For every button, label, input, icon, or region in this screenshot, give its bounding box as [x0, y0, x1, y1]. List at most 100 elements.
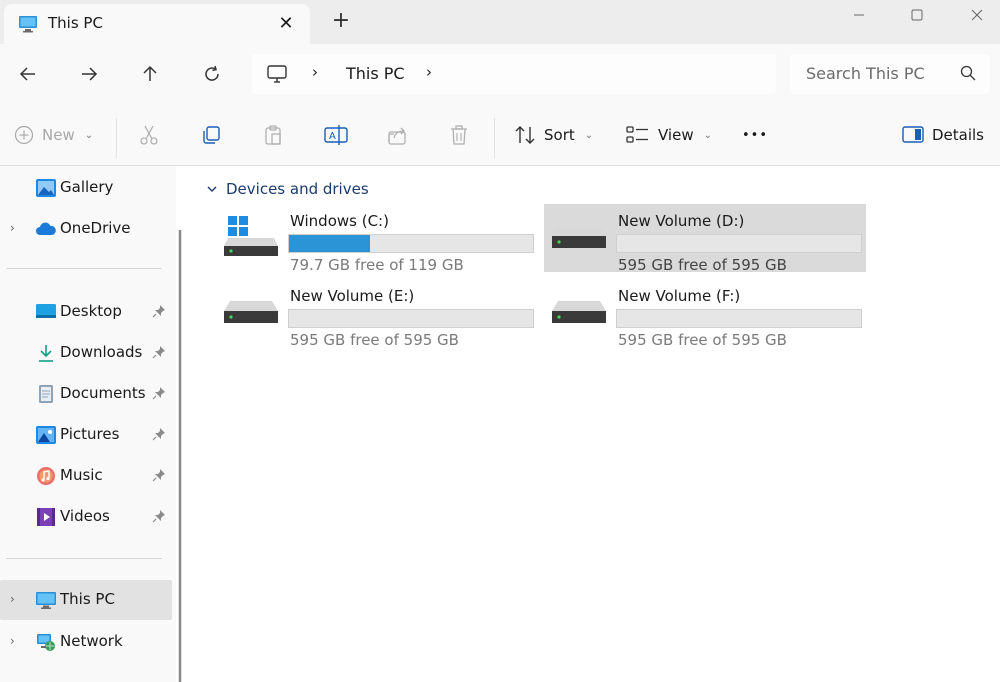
- tab-this-pc[interactable]: This PC ✕: [4, 4, 310, 44]
- maximize-button[interactable]: [894, 0, 940, 30]
- rename-icon: A: [324, 125, 348, 145]
- plus-circle-icon: [14, 125, 34, 145]
- music-icon: [35, 466, 57, 486]
- chevron-right-icon[interactable]: ›: [10, 221, 15, 235]
- sidebar-item-label: Network: [60, 632, 123, 650]
- address-chevron-icon[interactable]: ›: [426, 63, 432, 81]
- arrow-right-icon: [82, 67, 98, 81]
- tab-title: This PC: [48, 14, 103, 32]
- pin-icon[interactable]: [152, 509, 166, 527]
- monitor-icon: [266, 63, 288, 89]
- address-chevron-icon[interactable]: ›: [312, 63, 318, 81]
- copy-button[interactable]: [200, 120, 222, 150]
- group-header-devices[interactable]: Devices and drives: [206, 180, 369, 198]
- sort-label: Sort: [544, 126, 575, 144]
- tab-close-icon[interactable]: ✕: [274, 12, 298, 36]
- delete-button[interactable]: [448, 120, 470, 150]
- sidebar-item-label: Documents: [60, 384, 146, 402]
- sidebar-item-network[interactable]: › Network: [0, 622, 172, 662]
- hard-drive-icon: [222, 291, 280, 337]
- sidebar-item-this-pc[interactable]: › This PC: [0, 580, 172, 620]
- chevron-down-icon[interactable]: [206, 180, 218, 198]
- refresh-button[interactable]: [196, 58, 228, 90]
- details-label: Details: [932, 126, 985, 144]
- new-tab-button[interactable]: +: [328, 10, 354, 34]
- rename-button[interactable]: A: [324, 120, 348, 150]
- sidebar-item-documents[interactable]: Documents: [0, 374, 172, 414]
- command-separator: [116, 118, 117, 158]
- minimize-button[interactable]: [836, 0, 882, 30]
- download-icon: [35, 343, 57, 363]
- address-bar[interactable]: › This PC ›: [252, 54, 776, 94]
- sidebar-item-videos[interactable]: Videos: [0, 497, 172, 537]
- more-icon: •••: [742, 127, 769, 143]
- back-button[interactable]: [12, 58, 44, 90]
- sidebar-item-label: This PC: [60, 590, 115, 608]
- details-pane-icon: [902, 126, 924, 143]
- pin-icon[interactable]: [152, 345, 166, 363]
- share-icon: [388, 127, 406, 145]
- sidebar-item-label: Videos: [60, 507, 110, 525]
- paste-button[interactable]: [262, 120, 284, 150]
- drive-item-d[interactable]: New Volume (D:) 595 GB free of 595 GB: [544, 204, 866, 274]
- sidebar-divider: [6, 558, 162, 559]
- pictures-icon: [35, 425, 57, 445]
- search-box[interactable]: [790, 54, 990, 94]
- sort-button[interactable]: Sort ⌄: [514, 120, 593, 150]
- pin-icon[interactable]: [152, 304, 166, 322]
- content-area: Devices and drives Windows (C:) 79.7 GB …: [192, 166, 1000, 682]
- document-icon: [35, 384, 57, 404]
- drive-usage-bar: [288, 309, 534, 328]
- more-options-button[interactable]: •••: [742, 120, 768, 150]
- sidebar-item-label: Gallery: [60, 178, 114, 196]
- drive-usage-fill: [289, 235, 370, 252]
- sidebar-item-desktop[interactable]: Desktop: [0, 292, 172, 332]
- drive-item-c[interactable]: Windows (C:) 79.7 GB free of 119 GB: [216, 208, 538, 276]
- cut-button[interactable]: [138, 120, 160, 150]
- drive-name: New Volume (E:): [290, 287, 415, 305]
- details-button[interactable]: Details: [902, 120, 984, 150]
- sidebar-item-pictures[interactable]: Pictures: [0, 415, 172, 455]
- pin-icon[interactable]: [152, 468, 166, 486]
- command-separator: [494, 118, 495, 158]
- computer-icon: [18, 14, 38, 38]
- new-button[interactable]: New ⌄: [14, 120, 93, 150]
- scissors-icon: [140, 125, 158, 145]
- sidebar-item-gallery[interactable]: Gallery: [0, 168, 172, 208]
- sidebar-item-downloads[interactable]: Downloads: [0, 333, 172, 373]
- drive-free-space: 595 GB free of 595 GB: [290, 331, 459, 349]
- close-window-button[interactable]: [954, 0, 1000, 30]
- pin-icon[interactable]: [152, 386, 166, 404]
- forward-button[interactable]: [73, 58, 105, 90]
- sidebar-item-label: Desktop: [60, 302, 122, 320]
- drive-item-e[interactable]: New Volume (E:) 595 GB free of 595 GB: [216, 283, 538, 351]
- drive-name: Windows (C:): [290, 212, 389, 230]
- view-button[interactable]: View ⌄: [626, 120, 712, 150]
- chevron-down-icon: ⌄: [703, 129, 712, 141]
- search-input[interactable]: [806, 64, 946, 83]
- drive-name: New Volume (D:): [618, 212, 745, 230]
- search-icon[interactable]: [960, 65, 976, 85]
- chevron-right-icon[interactable]: ›: [10, 634, 15, 648]
- pin-icon[interactable]: [152, 427, 166, 445]
- sidebar-item-onedrive[interactable]: › OneDrive: [0, 209, 172, 249]
- navigation-bar: › This PC ›: [0, 44, 1000, 104]
- system-drive-icon: [222, 216, 280, 262]
- sort-icon: [515, 126, 535, 144]
- share-button[interactable]: [386, 120, 408, 150]
- drive-usage-bar: [288, 234, 534, 253]
- clipboard-icon: [265, 125, 281, 145]
- sidebar-scrollbar[interactable]: [178, 230, 182, 682]
- up-button[interactable]: [134, 58, 166, 90]
- view-label: View: [658, 126, 694, 144]
- drive-item-f[interactable]: New Volume (F:) 595 GB free of 595 GB: [544, 283, 866, 351]
- arrow-left-icon: [19, 67, 35, 81]
- video-icon: [35, 507, 57, 527]
- chevron-right-icon[interactable]: ›: [10, 592, 15, 606]
- minimize-icon: [854, 14, 864, 16]
- sidebar-item-label: Pictures: [60, 425, 120, 443]
- breadcrumb-this-pc[interactable]: This PC: [346, 64, 405, 83]
- arrow-up-icon: [143, 65, 157, 81]
- scrollbar-thumb[interactable]: [179, 230, 181, 682]
- sidebar-item-music[interactable]: Music: [0, 456, 172, 496]
